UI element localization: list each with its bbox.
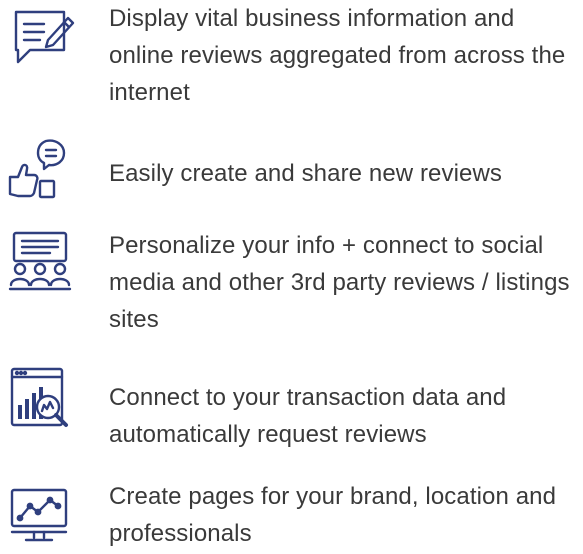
analytics-magnifier-icon — [0, 365, 80, 429]
feature-text: Create pages for your brand, location an… — [109, 483, 557, 547]
edit-note-icon — [0, 4, 80, 68]
team-presentation-icon — [0, 229, 80, 293]
feature-text: Personalize your info + connect to socia… — [109, 232, 570, 333]
thumbs-up-chat-icon — [0, 137, 80, 201]
feature-text: Display vital business information and o… — [109, 5, 566, 106]
monitor-chart-icon — [0, 484, 80, 548]
feature-text: Easily create and share new reviews — [109, 160, 503, 187]
feature-text: Connect to your transaction data and aut… — [109, 384, 507, 448]
